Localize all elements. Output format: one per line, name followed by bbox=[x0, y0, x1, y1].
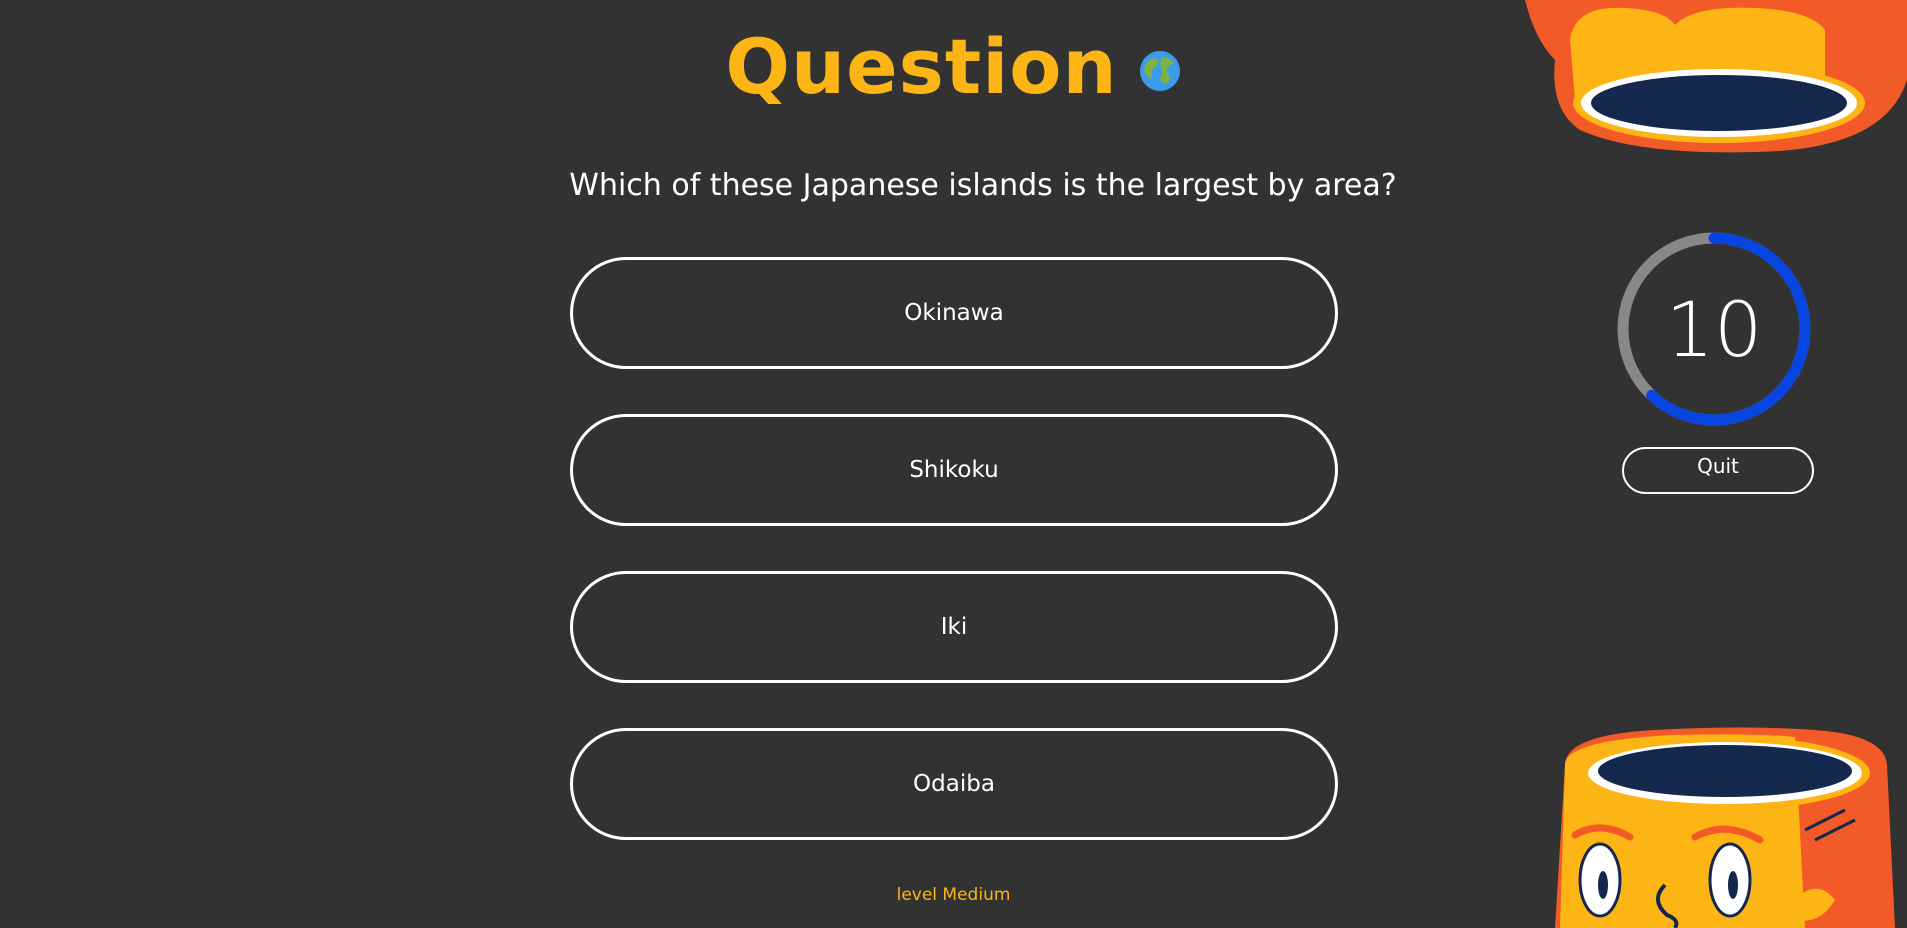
question-text: Which of these Japanese islands is the l… bbox=[569, 168, 1397, 203]
answer-option-3[interactable]: Iki bbox=[570, 571, 1338, 683]
answer-option-4[interactable]: Odaiba bbox=[570, 728, 1338, 840]
page-title: Question bbox=[0, 22, 1907, 111]
globe-icon bbox=[1139, 50, 1180, 91]
quit-button[interactable]: Quit bbox=[1622, 447, 1814, 494]
quiz-page: Question Which of these Japanese islands… bbox=[0, 0, 1907, 928]
title-text: Question bbox=[725, 22, 1118, 111]
countdown-timer: 10 bbox=[1612, 227, 1816, 431]
answer-option-2[interactable]: Shikoku bbox=[570, 414, 1338, 526]
answer-list: Okinawa Shikoku Iki Odaiba bbox=[570, 257, 1338, 885]
answer-option-1[interactable]: Okinawa bbox=[570, 257, 1338, 369]
difficulty-level: level Medium bbox=[896, 885, 1011, 905]
timer-value: 10 bbox=[1665, 284, 1763, 374]
